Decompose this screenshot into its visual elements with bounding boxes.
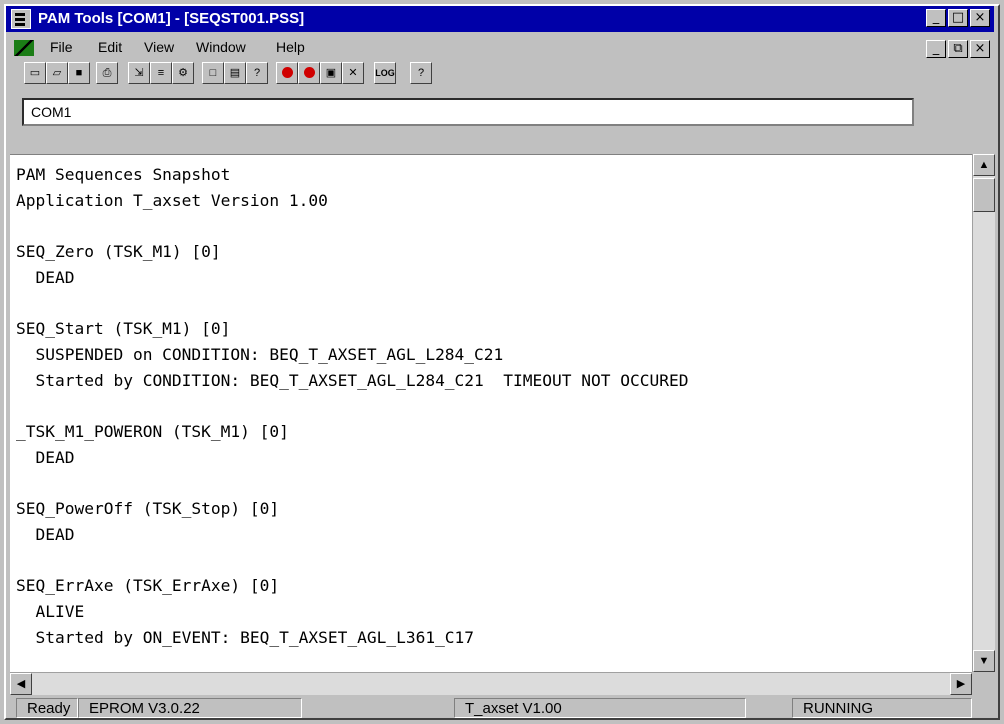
log-line: SEQ_PowerOff (TSK_Stop) [0] bbox=[16, 499, 280, 519]
log-line: DEAD bbox=[16, 267, 75, 287]
log-line: ALIVE bbox=[16, 601, 85, 621]
title-bar[interactable]: PAM Tools [COM1] - [SEQST001.PSS] _ □ × bbox=[6, 6, 994, 32]
log-line: SUSPENDED on CONDITION: BEQ_T_AXSET_AGL_… bbox=[16, 344, 504, 364]
log-line: Started by CONDITION: BEQ_T_AXSET_AGL_L2… bbox=[16, 370, 689, 390]
window-title: PAM Tools [COM1] - [SEQST001.PSS] bbox=[38, 10, 305, 27]
minimize-button[interactable]: _ bbox=[926, 9, 946, 27]
record-icon[interactable]: ▣ bbox=[320, 62, 342, 84]
menu-help[interactable]: Help bbox=[276, 39, 305, 55]
vertical-scroll-thumb[interactable] bbox=[973, 178, 995, 212]
document-close-button[interactable]: × bbox=[970, 40, 990, 58]
red-circle-icon[interactable] bbox=[276, 62, 298, 84]
log-line: SEQ_ErrAxe (TSK_ErrAxe) [0] bbox=[16, 576, 280, 596]
log-line: Started by ON_EVENT: BEQ_T_AXSET_AGL_L36… bbox=[16, 627, 475, 647]
status-application: T_axset V1.00 bbox=[454, 698, 746, 718]
status-ready: Ready bbox=[16, 698, 78, 718]
document-restore-button[interactable]: ⧉ bbox=[948, 40, 968, 58]
question-icon[interactable]: ? bbox=[410, 62, 432, 84]
status-eprom-version: EPROM V3.0.22 bbox=[78, 698, 302, 718]
paste-icon[interactable]: ▤ bbox=[224, 62, 246, 84]
log-icon[interactable]: LOG bbox=[374, 62, 396, 84]
status-bar: Ready EPROM V3.0.22 T_axset V1.00 RUNNIN… bbox=[6, 698, 994, 720]
log-line: SEQ_Start (TSK_M1) [0] bbox=[16, 319, 231, 339]
log-line: _TSK_M1_POWERON (TSK_M1) [0] bbox=[16, 422, 289, 442]
status-run-state: RUNNING bbox=[792, 698, 972, 718]
title-buttons: _ □ × bbox=[926, 9, 990, 29]
document-window-buttons: _ ⧉ × bbox=[926, 40, 990, 58]
scroll-down-button[interactable]: ▼ bbox=[973, 650, 995, 672]
log-line: PAM Sequences Snapshot bbox=[16, 165, 231, 184]
open-icon[interactable]: ▱ bbox=[46, 62, 68, 84]
scroll-left-button[interactable]: ◀ bbox=[10, 673, 32, 695]
scroll-up-button[interactable]: ▲ bbox=[973, 154, 995, 176]
menu-view[interactable]: View bbox=[144, 39, 174, 55]
log-line: Application T_axset Version 1.00 bbox=[16, 190, 328, 210]
tools-icon[interactable]: ⚙ bbox=[172, 62, 194, 84]
new-icon[interactable]: ▭ bbox=[24, 62, 46, 84]
scroll-right-button[interactable]: ▶ bbox=[950, 673, 972, 695]
menu-window[interactable]: Window bbox=[196, 39, 246, 55]
app-icon[interactable] bbox=[11, 9, 31, 29]
port-input[interactable]: COM1 bbox=[22, 98, 914, 126]
help-context-icon[interactable]: ? bbox=[246, 62, 268, 84]
menu-edit[interactable]: Edit bbox=[98, 39, 122, 55]
sequence-log: PAM Sequences Snapshot Application T_axs… bbox=[16, 162, 688, 650]
log-line: DEAD bbox=[16, 447, 75, 467]
red-circle-icon[interactable] bbox=[298, 62, 320, 84]
close-button[interactable]: × bbox=[970, 9, 990, 27]
horizontal-scrollbar[interactable]: ◀ ▶ bbox=[10, 672, 972, 695]
document-minimize-button[interactable]: _ bbox=[926, 40, 946, 58]
save-icon[interactable]: ■ bbox=[68, 62, 90, 84]
maximize-button[interactable]: □ bbox=[948, 9, 968, 27]
print-icon[interactable]: ⎙ bbox=[96, 62, 118, 84]
copy-icon[interactable]: □ bbox=[202, 62, 224, 84]
vertical-scrollbar[interactable]: ▲ ▼ bbox=[972, 154, 995, 672]
sequence-output-panel[interactable]: PAM Sequences Snapshot Application T_axs… bbox=[10, 154, 972, 673]
document-icon[interactable] bbox=[14, 40, 34, 56]
stop-icon[interactable]: ✕ bbox=[342, 62, 364, 84]
list-icon[interactable]: ≡ bbox=[150, 62, 172, 84]
menu-bar: File Edit View Window Help _ ⧉ × bbox=[6, 36, 994, 60]
log-line: DEAD bbox=[16, 524, 75, 544]
properties-icon[interactable]: ⇲ bbox=[128, 62, 150, 84]
menu-file[interactable]: File bbox=[50, 39, 73, 55]
toolbar: ▭ ▱ ■ ⎙ ⇲ ≡ ⚙ □ ▤ ? ▣ ✕ LOG ? bbox=[24, 62, 584, 90]
log-line: SEQ_Zero (TSK_M1) [0] bbox=[16, 242, 221, 262]
